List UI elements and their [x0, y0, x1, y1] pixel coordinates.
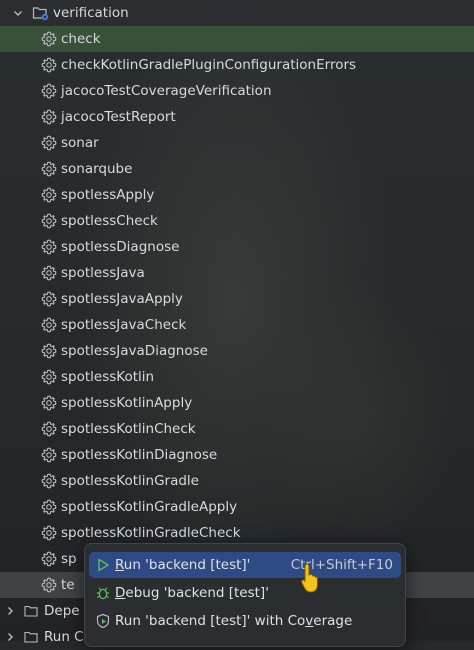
gear-icon: [41, 291, 57, 307]
gear-icon: [41, 83, 57, 99]
gradle-task-item[interactable]: spotlessKotlin: [0, 364, 474, 390]
play-icon: [95, 557, 111, 573]
gear-icon: [41, 343, 57, 359]
gradle-task-label: te: [61, 577, 75, 593]
gear-icon: [41, 57, 57, 73]
gear-icon: [41, 473, 57, 489]
gradle-task-label: spotlessDiagnose: [61, 239, 180, 255]
gradle-task-label: spotlessCheck: [61, 213, 158, 229]
gradle-task-item[interactable]: spotlessJavaDiagnose: [0, 338, 474, 364]
gradle-task-label: spotlessKotlin: [61, 369, 155, 385]
gradle-task-item[interactable]: spotlessJava: [0, 260, 474, 286]
gradle-task-item[interactable]: sonar: [0, 130, 474, 156]
gradle-task-item[interactable]: spotlessKotlinGradle: [0, 468, 474, 494]
gradle-task-item[interactable]: spotlessKotlinApply: [0, 390, 474, 416]
menu-item-run-with-coverage[interactable]: Run 'backend [test]' with Coverage: [89, 608, 401, 634]
gear-icon: [41, 239, 57, 255]
gradle-task-label: spotlessJava: [61, 265, 145, 281]
gradle-task-item[interactable]: check: [0, 26, 474, 52]
gradle-task-label: sp: [61, 551, 77, 567]
gradle-task-label: sonar: [61, 135, 99, 151]
folder-icon: [24, 604, 38, 618]
gradle-task-item[interactable]: spotlessJavaCheck: [0, 312, 474, 338]
gradle-task-item[interactable]: spotlessApply: [0, 182, 474, 208]
gradle-task-label: spotlessKotlinDiagnose: [61, 447, 218, 463]
gradle-task-label: jacocoTestCoverageVerification: [61, 83, 272, 99]
tree-node-label: Run C: [44, 629, 84, 645]
tree-node-label: Depe: [44, 603, 80, 619]
gear-icon: [41, 577, 57, 593]
debug-bug-icon: [95, 585, 111, 601]
gear-icon: [41, 109, 57, 125]
gradle-task-item[interactable]: spotlessKotlinGradleApply: [0, 494, 474, 520]
tree-group-label: verification: [53, 5, 129, 21]
gradle-task-item[interactable]: spotlessKotlinDiagnose: [0, 442, 474, 468]
gradle-task-label: spotlessJavaDiagnose: [61, 343, 208, 359]
gradle-task-label: spotlessKotlinApply: [61, 395, 193, 411]
gradle-task-label: spotlessKotlinGradle: [61, 473, 199, 489]
gear-icon: [41, 551, 57, 567]
gear-icon: [41, 135, 57, 151]
gear-icon: [41, 161, 57, 177]
chevron-right-icon[interactable]: [3, 630, 17, 644]
gear-icon: [41, 499, 57, 515]
chevron-down-icon[interactable]: [11, 6, 25, 20]
coverage-shield-icon: [95, 613, 111, 629]
gradle-task-item[interactable]: spotlessCheck: [0, 208, 474, 234]
menu-item-debug[interactable]: Debug 'backend [test]': [89, 580, 401, 606]
menu-item-label: Run 'backend [test]': [115, 557, 251, 573]
gear-icon: [41, 265, 57, 281]
chevron-right-icon[interactable]: [3, 604, 17, 618]
gradle-task-label: spotlessJavaCheck: [61, 317, 187, 333]
gear-icon: [41, 213, 57, 229]
gear-icon: [41, 369, 57, 385]
hand-cursor-icon: [300, 562, 324, 596]
gradle-task-label: spotlessKotlinGradleApply: [61, 499, 238, 515]
gear-icon: [41, 421, 57, 437]
gear-icon: [41, 317, 57, 333]
gradle-task-label: spotlessJavaApply: [61, 291, 183, 307]
gradle-task-item[interactable]: jacocoTestReport: [0, 104, 474, 130]
gradle-task-label: spotlessApply: [61, 187, 155, 203]
gradle-task-item[interactable]: spotlessKotlinCheck: [0, 416, 474, 442]
gear-icon: [41, 187, 57, 203]
gradle-task-item[interactable]: spotlessJavaApply: [0, 286, 474, 312]
gradle-task-label: spotlessKotlinGradleCheck: [61, 525, 241, 541]
menu-item-run[interactable]: Run 'backend [test]' Ctrl+Shift+F10: [89, 552, 401, 578]
gradle-task-item[interactable]: jacocoTestCoverageVerification: [0, 78, 474, 104]
menu-item-label: Run 'backend [test]' with Coverage: [115, 613, 353, 629]
gradle-task-item[interactable]: sonarqube: [0, 156, 474, 182]
tree-group-verification[interactable]: verification: [0, 0, 474, 26]
gradle-task-item[interactable]: spotlessDiagnose: [0, 234, 474, 260]
gradle-task-label: checkKotlinGradlePluginConfigurationErro…: [61, 57, 357, 73]
menu-item-label: Debug 'backend [test]': [115, 585, 269, 601]
folder-gear-icon: [32, 5, 50, 21]
gear-icon: [41, 395, 57, 411]
context-menu: Run 'backend [test]' Ctrl+Shift+F10 Debu…: [84, 543, 406, 647]
gradle-task-item[interactable]: checkKotlinGradlePluginConfigurationErro…: [0, 52, 474, 78]
gradle-task-label: check: [61, 31, 101, 47]
gradle-task-label: jacocoTestReport: [61, 109, 176, 125]
folder-icon: [24, 630, 38, 644]
gradle-task-label: spotlessKotlinCheck: [61, 421, 196, 437]
gradle-task-label: sonarqube: [61, 161, 133, 177]
gear-icon: [41, 447, 57, 463]
gear-icon: [41, 525, 57, 541]
gear-icon: [41, 31, 57, 47]
